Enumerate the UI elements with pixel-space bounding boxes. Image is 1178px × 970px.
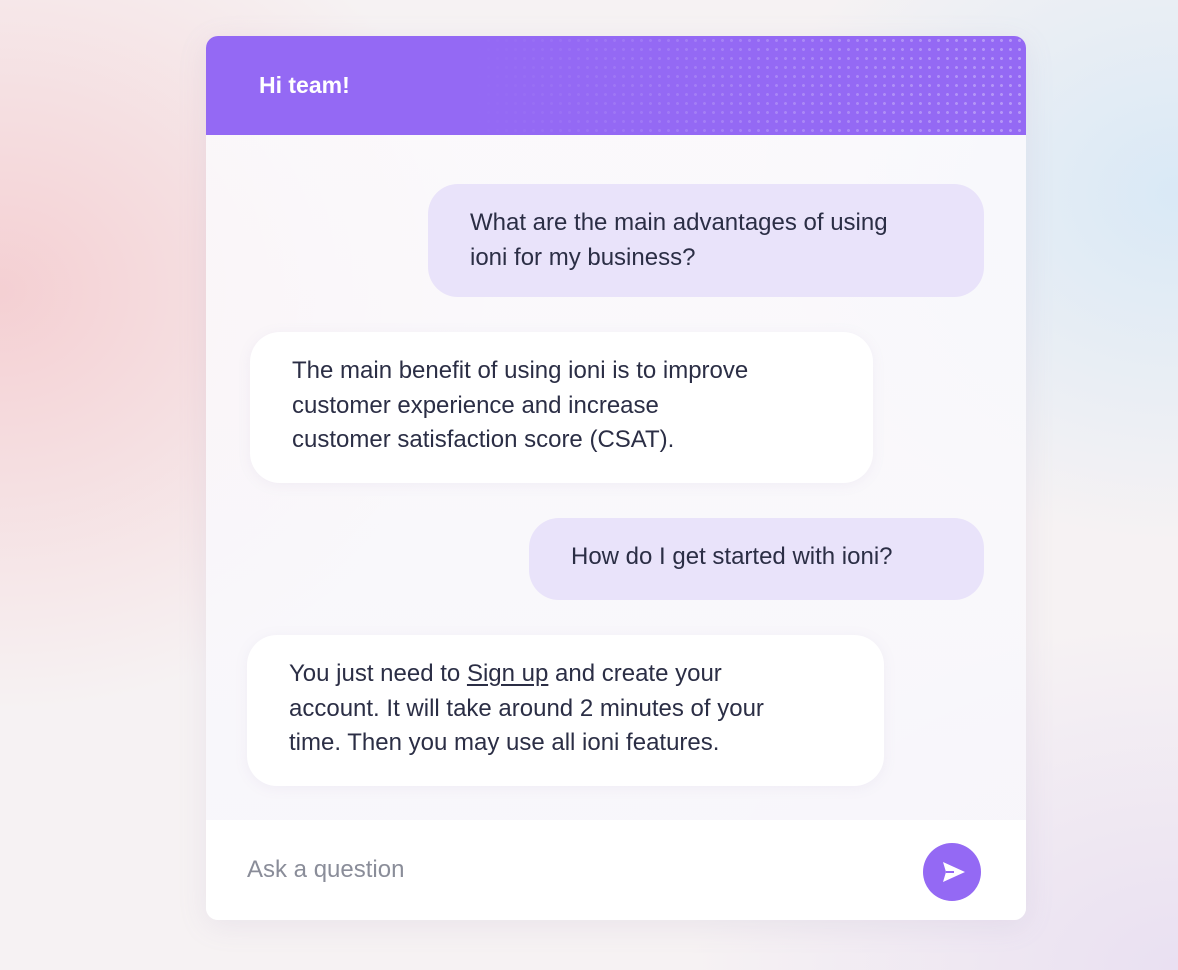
chat-widget: Hi team! What are the main advantages of… [206, 36, 1026, 920]
message-line: What are the main advantages of using [470, 209, 888, 236]
send-arrow-icon [943, 862, 965, 882]
message-line: customer experience and increase [292, 391, 659, 419]
message-line: time. Then you may use all ioni features… [289, 729, 720, 756]
message-text: You just need to [289, 660, 467, 687]
header-dot-pattern [466, 36, 1026, 135]
message-line: ioni for my business? [470, 243, 696, 271]
sign-up-link[interactable]: Sign up [467, 660, 548, 687]
message-line: customer satisfaction score (CSAT). [292, 426, 675, 453]
bot-message: You just need to Sign up and create your… [247, 635, 884, 786]
user-message: How do I get started with ioni? [529, 518, 984, 600]
message-line: How do I get started with ioni? [571, 543, 893, 570]
ask-question-input[interactable] [247, 850, 887, 890]
message-line: The main benefit of using ioni is to imp… [292, 357, 749, 384]
user-message: What are the main advantages of using io… [428, 184, 984, 297]
message-line: You just need to Sign up and create your [289, 657, 864, 692]
chat-title: Hi team! [259, 72, 350, 98]
message-text: and create your [548, 660, 722, 687]
composer-bar [206, 820, 1026, 920]
message-line: account. It will take around 2 minutes o… [289, 694, 764, 722]
send-button[interactable] [923, 843, 981, 901]
bot-message: The main benefit of using ioni is to imp… [250, 332, 873, 483]
chat-header: Hi team! [206, 36, 1026, 135]
